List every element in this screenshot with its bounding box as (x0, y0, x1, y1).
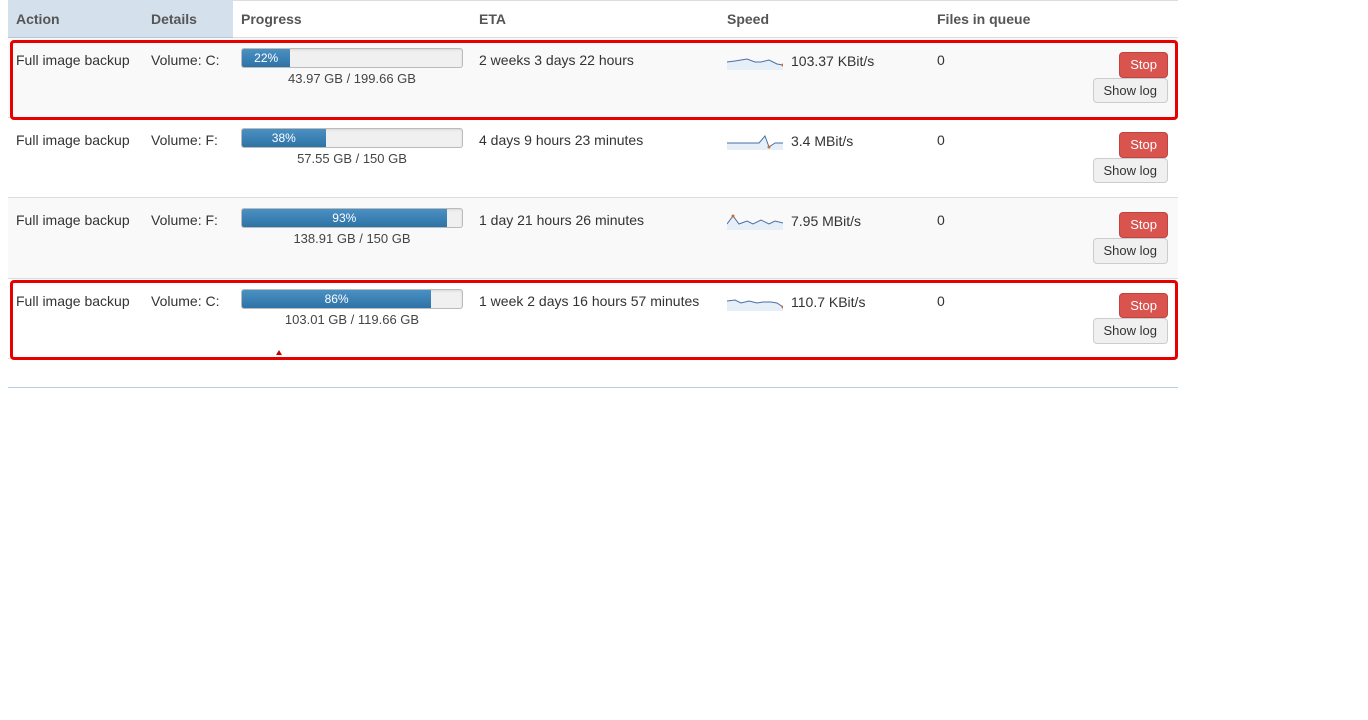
progress-bar: 22% (241, 48, 463, 68)
table-row: Full image backup Volume: C: 22% 43.97 G… (8, 38, 1178, 118)
cell-details: Volume: F: (143, 118, 233, 198)
progress-bar-fill: 86% (242, 290, 431, 308)
progress-bar-fill: 22% (242, 49, 290, 67)
col-header-eta[interactable]: ETA (471, 1, 719, 38)
cell-action: Full image backup (8, 38, 143, 118)
cell-actions: Stop Show log (1044, 38, 1178, 118)
progress-bar: 38% (241, 128, 463, 148)
stop-button[interactable]: Stop (1119, 293, 1168, 319)
cell-eta: 1 day 21 hours 26 minutes (471, 198, 719, 278)
cell-eta: 1 week 2 days 16 hours 57 minutes (471, 278, 719, 358)
cell-details: Volume: C: (143, 278, 233, 358)
cell-actions: Stop Show log (1044, 118, 1178, 198)
marker-icon (276, 350, 282, 355)
progress-size-text: 138.91 GB / 150 GB (241, 231, 463, 246)
cell-details: Volume: F: (143, 198, 233, 278)
cell-progress: 86% 103.01 GB / 119.66 GB (233, 278, 471, 358)
table-header-row: Action Details Progress ETA Speed Files … (8, 1, 1178, 38)
progress-bar: 86% (241, 289, 463, 309)
progress-bar-fill: 38% (242, 129, 326, 147)
cell-progress: 22% 43.97 GB / 199.66 GB (233, 38, 471, 118)
section-divider (8, 387, 1178, 388)
cell-queue: 0 (929, 278, 1044, 358)
backup-progress-table: Action Details Progress ETA Speed Files … (8, 0, 1178, 359)
cell-speed: 110.7 KBit/s (719, 278, 929, 358)
col-header-actions (1044, 1, 1178, 38)
cell-eta: 2 weeks 3 days 22 hours (471, 38, 719, 118)
col-header-speed[interactable]: Speed (719, 1, 929, 38)
speed-value: 103.37 KBit/s (791, 53, 874, 69)
cell-speed: 7.95 MBit/s (719, 198, 929, 278)
speed-value: 110.7 KBit/s (791, 294, 865, 310)
cell-speed: 3.4 MBit/s (719, 118, 929, 198)
speed-sparkline-icon (727, 212, 783, 230)
cell-eta: 4 days 9 hours 23 minutes (471, 118, 719, 198)
progress-size-text: 103.01 GB / 119.66 GB (241, 312, 463, 327)
show-log-button[interactable]: Show log (1093, 158, 1168, 184)
cell-action: Full image backup (8, 278, 143, 358)
progress-size-text: 57.55 GB / 150 GB (241, 151, 463, 166)
speed-sparkline-icon (727, 132, 783, 150)
cell-queue: 0 (929, 198, 1044, 278)
table-row: Full image backup Volume: F: 38% 57.55 G… (8, 118, 1178, 198)
cell-actions: Stop Show log (1044, 278, 1178, 358)
stop-button[interactable]: Stop (1119, 132, 1168, 158)
progress-bar: 93% (241, 208, 463, 228)
show-log-button[interactable]: Show log (1093, 318, 1168, 344)
cell-details: Volume: C: (143, 38, 233, 118)
speed-value: 7.95 MBit/s (791, 213, 861, 229)
cell-action: Full image backup (8, 198, 143, 278)
progress-bar-fill: 93% (242, 209, 447, 227)
stop-button[interactable]: Stop (1119, 212, 1168, 238)
speed-sparkline-icon (727, 293, 783, 311)
col-header-queue[interactable]: Files in queue (929, 1, 1044, 38)
show-log-button[interactable]: Show log (1093, 238, 1168, 264)
col-header-progress[interactable]: Progress (233, 1, 471, 38)
cell-speed: 103.37 KBit/s (719, 38, 929, 118)
speed-value: 3.4 MBit/s (791, 133, 853, 149)
progress-size-text: 43.97 GB / 199.66 GB (241, 71, 463, 86)
cell-action: Full image backup (8, 118, 143, 198)
speed-sparkline-icon (727, 52, 783, 70)
table-row: Full image backup Volume: F: 93% 138.91 … (8, 198, 1178, 278)
cell-progress: 93% 138.91 GB / 150 GB (233, 198, 471, 278)
cell-progress: 38% 57.55 GB / 150 GB (233, 118, 471, 198)
cell-queue: 0 (929, 118, 1044, 198)
col-header-action[interactable]: Action (8, 1, 143, 38)
cell-actions: Stop Show log (1044, 198, 1178, 278)
col-header-details[interactable]: Details (143, 1, 233, 38)
cell-queue: 0 (929, 38, 1044, 118)
table-row: Full image backup Volume: C: 86% 103.01 … (8, 278, 1178, 358)
show-log-button[interactable]: Show log (1093, 78, 1168, 104)
stop-button[interactable]: Stop (1119, 52, 1168, 78)
